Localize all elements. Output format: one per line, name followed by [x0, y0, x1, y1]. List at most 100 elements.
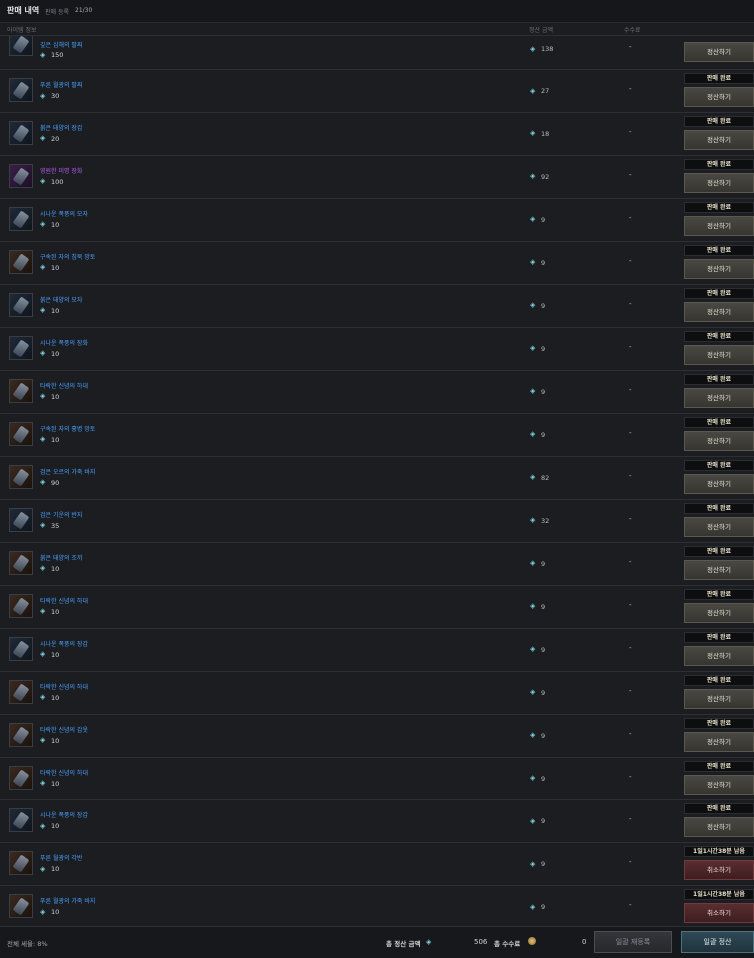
- item-price-value: 10: [51, 607, 60, 616]
- settle-amount: ◈ 9: [530, 689, 545, 697]
- gloves-icon[interactable]: [9, 636, 33, 661]
- settle-amount: ◈ 9: [530, 817, 545, 825]
- settle-amount: ◈ 138: [530, 45, 553, 53]
- status-badge: 판매 완료: [684, 803, 754, 815]
- bracelet-icon[interactable]: [9, 36, 33, 56]
- settle-button[interactable]: 정산하기: [684, 129, 754, 150]
- belt-icon[interactable]: [9, 593, 33, 618]
- bulk-settle-button[interactable]: 일괄 정산: [681, 931, 754, 953]
- settle-amount-value: 82: [541, 473, 550, 482]
- status-badge: 판매 완료: [684, 545, 754, 557]
- gem-icon: ◈: [40, 521, 46, 530]
- cancel-button[interactable]: 취소하기: [684, 860, 754, 881]
- settle-button[interactable]: 정산하기: [684, 559, 754, 580]
- settle-button[interactable]: 정산하기: [684, 172, 754, 193]
- fee-value: -: [629, 772, 632, 781]
- settle-amount: ◈ 9: [530, 560, 545, 568]
- boots-icon[interactable]: [9, 163, 33, 188]
- item-price: ◈ 10: [40, 307, 59, 315]
- settle-button[interactable]: 정산하기: [684, 731, 754, 752]
- item-name: 시나운 폭풍의 장갑: [40, 640, 88, 648]
- settle-button[interactable]: 정산하기: [684, 430, 754, 451]
- table-row: 영원한 미명 장화 ◈ 100 ◈ 92 - 판매 완료 정산하기: [0, 156, 754, 199]
- settle-button[interactable]: 정산하기: [684, 473, 754, 494]
- fee-value: -: [629, 428, 632, 437]
- settle-button[interactable]: 정산하기: [684, 688, 754, 709]
- status-badge: 판매 완료: [684, 588, 754, 600]
- settle-button[interactable]: 정산하기: [684, 301, 754, 322]
- status-badge: 판매 완료: [684, 717, 754, 729]
- item-name: 타락한 신념의 하대: [40, 382, 88, 390]
- table-row: 구속된 자의 흉병 망토 ◈ 10 ◈ 9- 판매 완료 정산하기: [0, 414, 754, 457]
- status-badge: 판매 완료: [684, 674, 754, 686]
- ring-icon[interactable]: [9, 507, 33, 532]
- table-row: 푸른 월광의 가죽 바지 ◈ 10 ◈ 9-1일1시간38분 남음 취소하기: [0, 886, 754, 924]
- settle-button[interactable]: 정산하기: [684, 215, 754, 236]
- settle-amount: ◈ 9: [530, 860, 545, 868]
- fee-value: -: [629, 170, 632, 179]
- item-name: 타락한 신념의 하대: [40, 597, 88, 605]
- sales-list[interactable]: 깊은 심해의 팔찌 ◈ 150 ◈ 138- 정산하기 푸른 월광의 팔찌 ◈ 30 ◈ 27- 판매…: [0, 36, 754, 924]
- gem-icon: ◈: [40, 91, 46, 100]
- gem-icon: ◈: [40, 693, 46, 702]
- settle-button[interactable]: 정산하기: [684, 645, 754, 666]
- gem-icon: ◈: [530, 215, 536, 224]
- gloves-icon[interactable]: [9, 120, 33, 145]
- item-price: ◈ 10: [40, 393, 59, 401]
- armor-icon[interactable]: [9, 722, 33, 747]
- item-price-value: 100: [51, 177, 64, 186]
- settle-button[interactable]: 정산하기: [684, 817, 754, 838]
- bulk-reregister-button[interactable]: 일괄 재등록: [594, 931, 672, 953]
- settle-amount-value: 9: [541, 688, 546, 697]
- cloak-icon[interactable]: [9, 421, 33, 446]
- settle-button[interactable]: 정산하기: [684, 516, 754, 537]
- gem-icon: ◈: [530, 816, 536, 825]
- settle-amount: ◈ 27: [530, 87, 549, 95]
- gem-icon: ◈: [530, 430, 536, 439]
- table-row: 푸른 월광의 팔찌 ◈ 30 ◈ 27 - 판매 완료 정산하기: [0, 70, 754, 113]
- item-price: ◈ 10: [40, 780, 59, 788]
- item-price: ◈ 150: [40, 51, 63, 59]
- item-price: ◈ 10: [40, 651, 59, 659]
- item-name: 깊은 심해의 팔찌: [40, 42, 83, 49]
- settle-amount-value: 9: [541, 817, 546, 826]
- settle-amount-value: 9: [541, 559, 546, 568]
- settle-button[interactable]: 정산하기: [684, 344, 754, 365]
- item-price-value: 10: [51, 564, 60, 573]
- belt-icon[interactable]: [9, 679, 33, 704]
- belt-icon[interactable]: [9, 378, 33, 403]
- hat-icon[interactable]: [9, 206, 33, 231]
- cloak-icon[interactable]: [9, 249, 33, 274]
- gloves-icon[interactable]: [9, 808, 33, 833]
- cancel-button[interactable]: 취소하기: [684, 903, 754, 924]
- boots-icon[interactable]: [9, 335, 33, 360]
- vest-icon[interactable]: [9, 550, 33, 575]
- settle-amount: ◈ 9: [530, 216, 545, 224]
- settle-amount: ◈ 92: [530, 173, 549, 181]
- settle-amount: ◈ 18: [530, 130, 549, 138]
- item-price: ◈ 10: [40, 264, 59, 272]
- pants-icon[interactable]: [9, 894, 33, 919]
- greaves-icon[interactable]: [9, 851, 33, 876]
- belt-icon[interactable]: [9, 765, 33, 790]
- settle-amount-value: 9: [541, 387, 546, 396]
- settle-button[interactable]: 정산하기: [684, 87, 754, 107]
- settle-amount-value: 9: [541, 903, 546, 912]
- item-price-value: 10: [51, 392, 60, 401]
- settle-button[interactable]: 정산하기: [684, 387, 754, 408]
- settle-amount-value: 9: [541, 258, 546, 267]
- item-name: 시나운 폭풍의 장화: [40, 339, 88, 347]
- settle-button[interactable]: 정산하기: [684, 42, 754, 62]
- settle-button[interactable]: 정산하기: [684, 774, 754, 795]
- pants-icon[interactable]: [9, 464, 33, 489]
- hat-icon[interactable]: [9, 292, 33, 317]
- settle-button[interactable]: 정산하기: [684, 258, 754, 279]
- table-row: 타락한 신념의 하대 ◈ 10 ◈ 9- 판매 완료 정산하기: [0, 672, 754, 715]
- item-name: 푸른 월광의 각반: [40, 855, 83, 863]
- bracelet-icon[interactable]: [9, 78, 33, 102]
- registered-count: 21/30: [75, 7, 93, 14]
- settle-amount-value: 9: [541, 645, 546, 654]
- gem-icon: ◈: [530, 559, 536, 568]
- settle-button[interactable]: 정산하기: [684, 602, 754, 623]
- item-price-value: 150: [51, 51, 64, 59]
